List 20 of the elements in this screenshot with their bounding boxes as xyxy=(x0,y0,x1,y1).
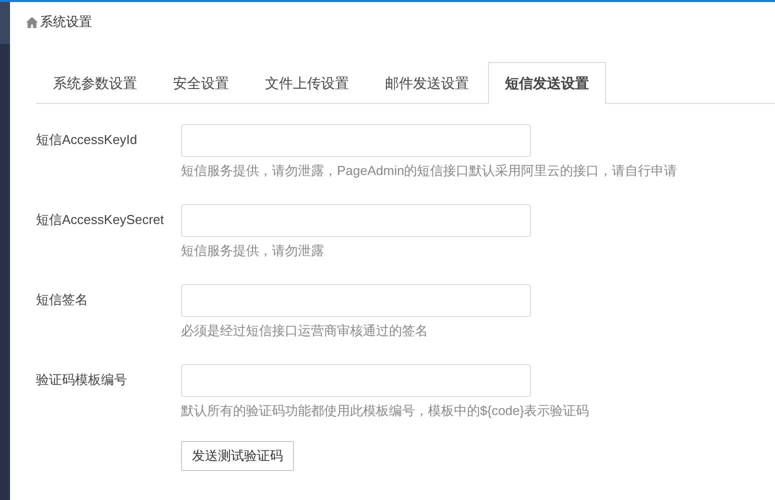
help-text: 必须是经过短信接口运营商审核通过的签名 xyxy=(181,322,429,340)
help-text: 短信服务提供，请勿泄露，PageAdmin的短信接口默认采用阿里云的接口，请自行申请 xyxy=(181,162,678,180)
home-icon xyxy=(26,16,38,28)
input-field[interactable] xyxy=(181,204,531,237)
input-field[interactable] xyxy=(181,284,531,317)
tab[interactable]: 系统参数设置 xyxy=(36,62,154,103)
tab[interactable]: 短信发送设置 xyxy=(488,62,606,104)
tab[interactable]: 邮件发送设置 xyxy=(368,62,486,103)
tab[interactable]: 安全设置 xyxy=(156,62,246,103)
field-label: 短信AccessKeySecret xyxy=(36,211,165,229)
help-text: 短信服务提供，请勿泄露 xyxy=(181,242,325,260)
send-test-code-button[interactable]: 发送测试验证码 xyxy=(181,441,294,471)
field-label: 短信签名 xyxy=(36,291,89,309)
field-label: 验证码模板编号 xyxy=(36,371,128,389)
page-title: 系统设置 xyxy=(40,13,92,31)
input-field[interactable] xyxy=(181,364,531,397)
field-label: 短信AccessKeyId xyxy=(36,131,138,149)
input-field[interactable] xyxy=(181,124,531,157)
help-text: 默认所有的验证码功能都使用此模板编号，模板中的${code}表示验证码 xyxy=(181,402,590,420)
tab[interactable]: 文件上传设置 xyxy=(248,62,366,103)
